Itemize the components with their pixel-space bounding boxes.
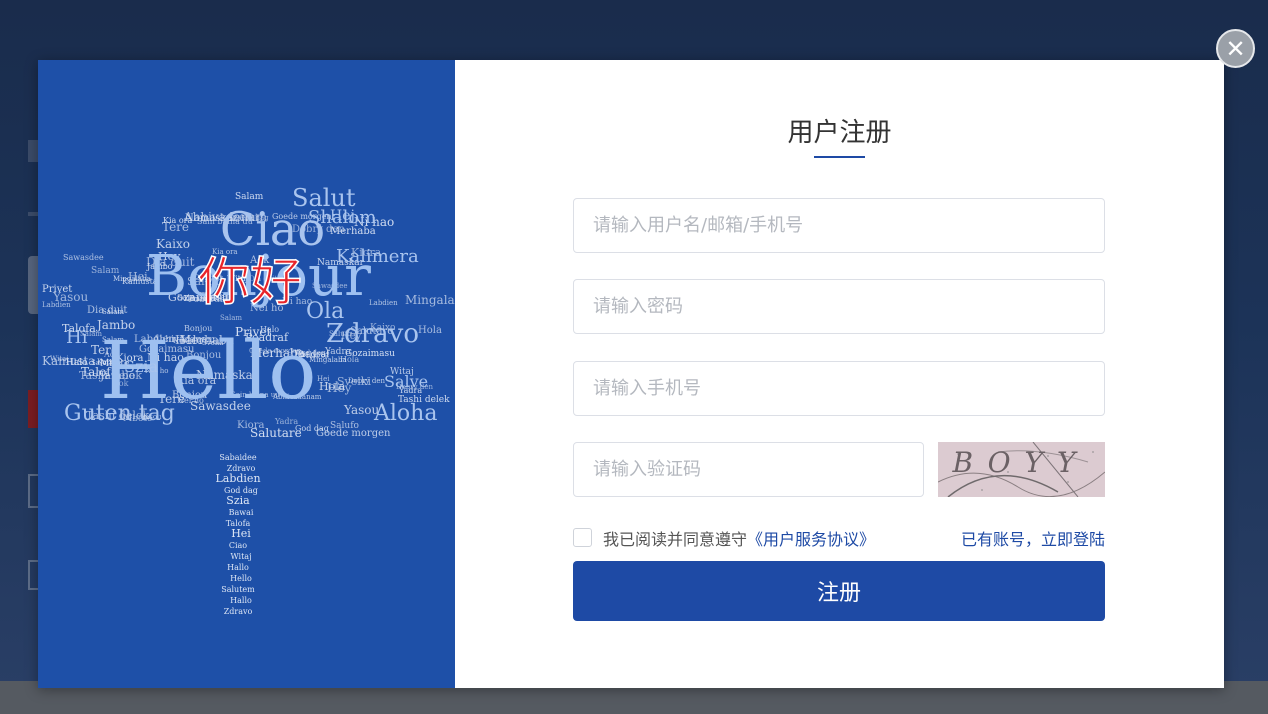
cloud-word-large: Ola	[306, 299, 344, 324]
cloud-word-trunk: Sabaidee	[219, 453, 257, 462]
cloud-word-small: Privet	[42, 284, 72, 295]
cloud-word-small: Labdien	[369, 299, 398, 307]
cloud-word-large: Hej	[330, 208, 355, 224]
cloud-word-trunk: Zdravo	[224, 607, 253, 616]
close-icon: ✕	[1225, 34, 1246, 63]
username-input[interactable]	[573, 198, 1105, 253]
cloud-word-small: Gozaimasu	[345, 349, 395, 359]
cloud-word-small: Kiora	[237, 420, 264, 431]
illustration-panel: Salam Kaixo Kamusta Talofa Privet Merhaba Hey J…	[38, 60, 455, 688]
cloud-word-small: Dia duit	[87, 305, 127, 316]
cloud-word-small: Dobrý den	[348, 377, 385, 385]
cloud-word-small: Goede morgen	[316, 428, 391, 439]
cloud-word-trunk: Hallo	[230, 596, 252, 605]
hello-word-cloud-tree-icon: SalamKaixoKamustaTalofaPrivetMerhabaHeyJ…	[42, 184, 455, 616]
login-link[interactable]: 已有账号，立即登陆	[961, 526, 1105, 550]
register-modal: Salam Kaixo Kamusta Talofa Privet Merhaba Hey J…	[38, 60, 1224, 688]
cloud-word-large: Guten tag	[64, 401, 175, 426]
agreement-label: 我已阅读并同意遵守《用户服务协议》	[603, 526, 875, 550]
register-form-panel: 用户注册 BOYY 我已阅读并同意遵守《用户服务协议》 已有账	[455, 60, 1224, 688]
phone-input[interactable]	[573, 361, 1105, 416]
title-underline	[814, 156, 865, 158]
agreement-row: 我已阅读并同意遵守《用户服务协议》 已有账号，立即登陆	[573, 526, 1105, 550]
captcha-text: BOYY	[951, 446, 1089, 479]
cloud-word-small: Salam	[220, 314, 242, 322]
form-title: 用户注册	[787, 118, 892, 148]
cloud-word-small: Witaj	[50, 355, 68, 363]
agree-checkbox[interactable]	[573, 528, 592, 547]
cloud-word-trunk: Ciao	[229, 541, 247, 550]
captcha-input[interactable]	[573, 442, 924, 497]
register-button[interactable]: 注册	[573, 561, 1105, 621]
user-agreement-link[interactable]: 《用户服务协议》	[747, 530, 875, 549]
cloud-word-trunk: Witaj	[230, 552, 251, 561]
cloud-word-small: Salam	[91, 266, 120, 276]
cloud-word-large: Szia	[124, 357, 159, 376]
cloud-word-small: Salam	[235, 192, 264, 202]
cloud-word-trunk: Hei	[231, 527, 251, 540]
cloud-word-small: Labdien	[42, 301, 71, 309]
agreement-prefix: 我已阅读并同意遵守	[603, 530, 748, 549]
background-text-fragment	[28, 212, 38, 216]
captcha-image[interactable]: BOYY	[938, 442, 1105, 497]
cloud-word-small: Hei	[317, 375, 330, 383]
close-button[interactable]: ✕	[1216, 29, 1255, 68]
cloud-word-trunk: Hallo	[227, 563, 249, 572]
greeting-highlight: 你好	[198, 253, 302, 313]
cloud-word-trunk: Bawai	[229, 508, 254, 517]
cloud-word-large: Aloha	[373, 401, 437, 426]
cloud-word-large: Salve	[384, 372, 428, 391]
cloud-word-small: Hola	[418, 325, 442, 336]
cloud-word-large: Kalimera	[336, 246, 419, 267]
cloud-word-small: Sawasdee	[63, 253, 104, 262]
password-input[interactable]	[573, 279, 1105, 334]
cloud-word-trunk: Labdien	[215, 472, 260, 485]
cloud-word-trunk: Salutem	[221, 585, 255, 594]
cloud-word-large: Hi	[66, 327, 88, 348]
cloud-word-trunk: Szia	[226, 494, 250, 507]
cloud-word-small: Mingalaba	[405, 293, 455, 307]
cloud-word-trunk: Hello	[230, 574, 252, 583]
